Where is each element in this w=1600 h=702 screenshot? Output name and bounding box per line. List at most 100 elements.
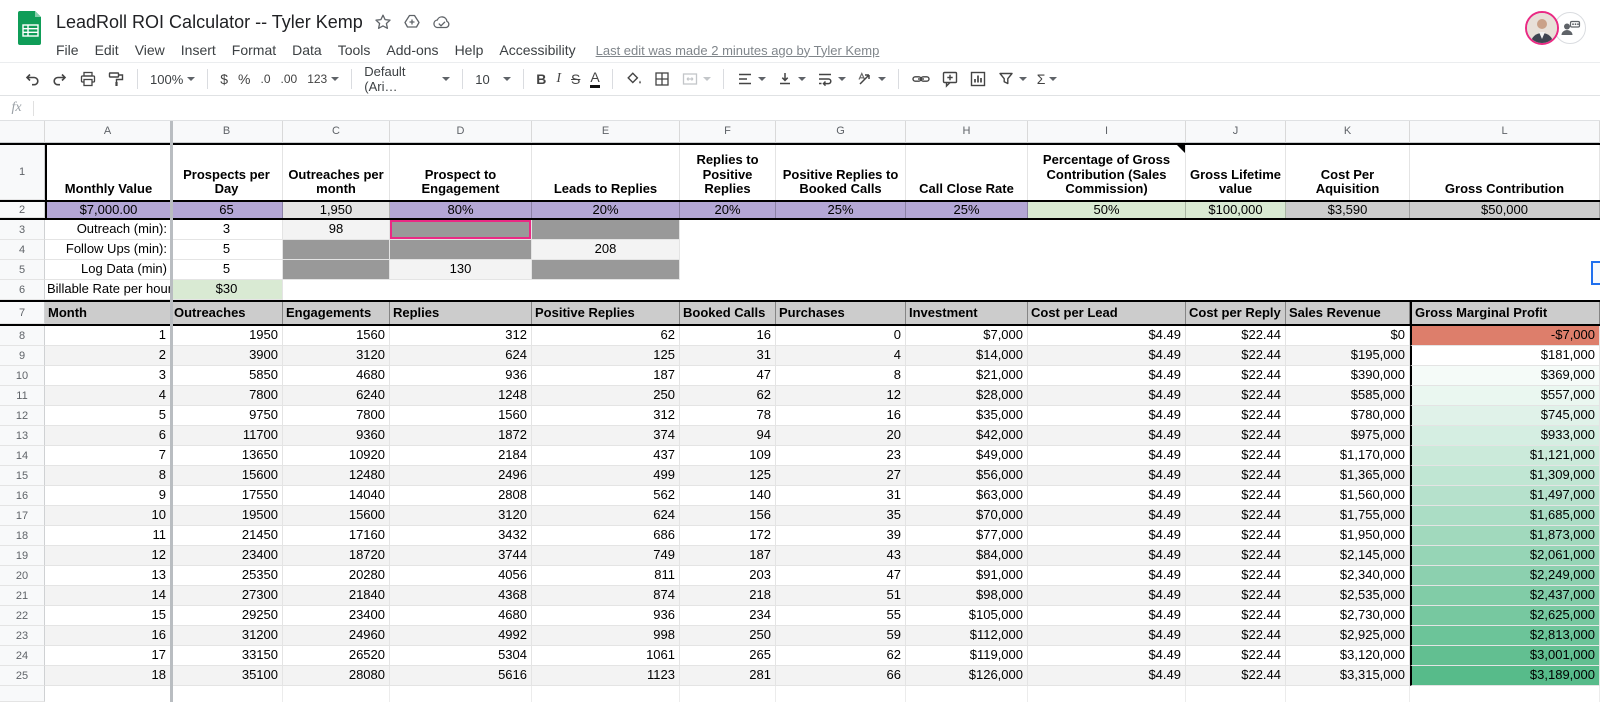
cell-J22[interactable]: $22.44 [1186,606,1286,626]
cell-E25[interactable]: 1123 [532,666,680,686]
cell-H10[interactable]: $21,000 [906,366,1028,386]
column-header-F[interactable]: F [680,121,776,143]
cell-B5[interactable]: 5 [171,260,283,280]
cell-H19[interactable]: $84,000 [906,546,1028,566]
cell-D2[interactable]: 80% [390,202,532,218]
cell-L16[interactable]: $1,497,000 [1410,486,1600,506]
cell-A18[interactable]: 11 [45,526,171,546]
column-header-I[interactable]: I [1028,121,1186,143]
cell-L4[interactable] [1410,240,1600,260]
cell-L20[interactable]: $2,249,000 [1410,566,1600,586]
cell-B24[interactable]: 33150 [171,646,283,666]
cell-D14[interactable]: 2184 [390,446,532,466]
merge-cells-button[interactable] [676,66,716,92]
cell-G23[interactable]: 59 [776,626,906,646]
cell-F18[interactable]: 172 [680,526,776,546]
cell-K7[interactable]: Sales Revenue [1286,302,1410,324]
more-formats-button[interactable]: 123 [302,66,344,92]
cell-D25[interactable]: 5616 [390,666,532,686]
cell-K17[interactable]: $1,755,000 [1286,506,1410,526]
cell-E14[interactable]: 437 [532,446,680,466]
row-header-13[interactable]: 13 [0,426,45,446]
cell-G4[interactable] [776,240,906,260]
cell-E22[interactable]: 936 [532,606,680,626]
cell-D18[interactable]: 3432 [390,526,532,546]
cell-B8[interactable]: 1950 [171,326,283,346]
column-header-E[interactable]: E [532,121,680,143]
cell-F12[interactable]: 78 [680,406,776,426]
cell-A6[interactable]: Billable Rate per hour [45,280,171,300]
cell-F14[interactable]: 109 [680,446,776,466]
cell-A25[interactable]: 18 [45,666,171,686]
cell-F20[interactable]: 203 [680,566,776,586]
cell-K2[interactable]: $3,590 [1286,202,1410,218]
cell-A20[interactable]: 13 [45,566,171,586]
cell-H12[interactable]: $35,000 [906,406,1028,426]
cell-I21[interactable]: $4.49 [1028,586,1186,606]
row-header-6[interactable]: 6 [0,280,45,300]
cell-I19[interactable]: $4.49 [1028,546,1186,566]
cell-L21[interactable]: $2,437,000 [1410,586,1600,606]
menu-format[interactable]: Format [224,40,284,60]
cell-K5[interactable] [1286,260,1410,280]
cell-F21[interactable]: 218 [680,586,776,606]
cell-L17[interactable]: $1,685,000 [1410,506,1600,526]
strikethrough-button[interactable]: S [566,66,585,92]
cell-B26[interactable] [171,686,283,702]
cell-C23[interactable]: 24960 [283,626,390,646]
text-wrap-button[interactable] [811,66,851,92]
row-header-12[interactable]: 12 [0,406,45,426]
cell-F4[interactable] [680,240,776,260]
cell-D20[interactable]: 4056 [390,566,532,586]
cell-E20[interactable]: 811 [532,566,680,586]
cell-F24[interactable]: 265 [680,646,776,666]
cell-B3[interactable]: 3 [171,220,283,240]
cell-K20[interactable]: $2,340,000 [1286,566,1410,586]
cell-A24[interactable]: 17 [45,646,171,666]
cell-J23[interactable]: $22.44 [1186,626,1286,646]
cell-B12[interactable]: 9750 [171,406,283,426]
sheets-logo[interactable] [17,10,44,46]
column-header-H[interactable]: H [906,121,1028,143]
cell-L22[interactable]: $2,625,000 [1410,606,1600,626]
cell-H16[interactable]: $63,000 [906,486,1028,506]
cell-A4[interactable]: Follow Ups (min): [45,240,171,260]
cell-G16[interactable]: 31 [776,486,906,506]
cell-H14[interactable]: $49,000 [906,446,1028,466]
last-edit-link[interactable]: Last edit was made 2 minutes ago by Tyle… [596,43,880,58]
cell-J1[interactable]: Gross Lifetime value [1186,145,1286,200]
cell-B4[interactable]: 5 [171,240,283,260]
cell-J9[interactable]: $22.44 [1186,346,1286,366]
cell-I25[interactable]: $4.49 [1028,666,1186,686]
cell-A16[interactable]: 9 [45,486,171,506]
cell-K19[interactable]: $2,145,000 [1286,546,1410,566]
cell-B25[interactable]: 35100 [171,666,283,686]
cell-F22[interactable]: 234 [680,606,776,626]
row-header-18[interactable]: 18 [0,526,45,546]
column-header-G[interactable]: G [776,121,906,143]
cell-B10[interactable]: 5850 [171,366,283,386]
print-button[interactable] [74,66,102,92]
cell-A3[interactable]: Outreach (min): [45,220,171,240]
cell-K18[interactable]: $1,950,000 [1286,526,1410,546]
cell-J3[interactable] [1186,220,1286,240]
cell-D1[interactable]: Prospect to Engagement [390,145,532,200]
cell-L15[interactable]: $1,309,000 [1410,466,1600,486]
cell-A22[interactable]: 15 [45,606,171,626]
borders-button[interactable] [648,66,676,92]
cell-C5[interactable] [283,260,390,280]
cell-J20[interactable]: $22.44 [1186,566,1286,586]
cell-C24[interactable]: 26520 [283,646,390,666]
row-header-8[interactable]: 8 [0,326,45,346]
cell-G9[interactable]: 4 [776,346,906,366]
cell-L13[interactable]: $933,000 [1410,426,1600,446]
cell-J11[interactable]: $22.44 [1186,386,1286,406]
cell-E2[interactable]: 20% [532,202,680,218]
paint-format-button[interactable] [102,66,130,92]
cell-A19[interactable]: 12 [45,546,171,566]
menu-insert[interactable]: Insert [173,40,224,60]
cell-D26[interactable] [390,686,532,702]
formula-input[interactable] [42,96,1600,120]
cell-G6[interactable] [776,280,906,300]
cell-F16[interactable]: 140 [680,486,776,506]
